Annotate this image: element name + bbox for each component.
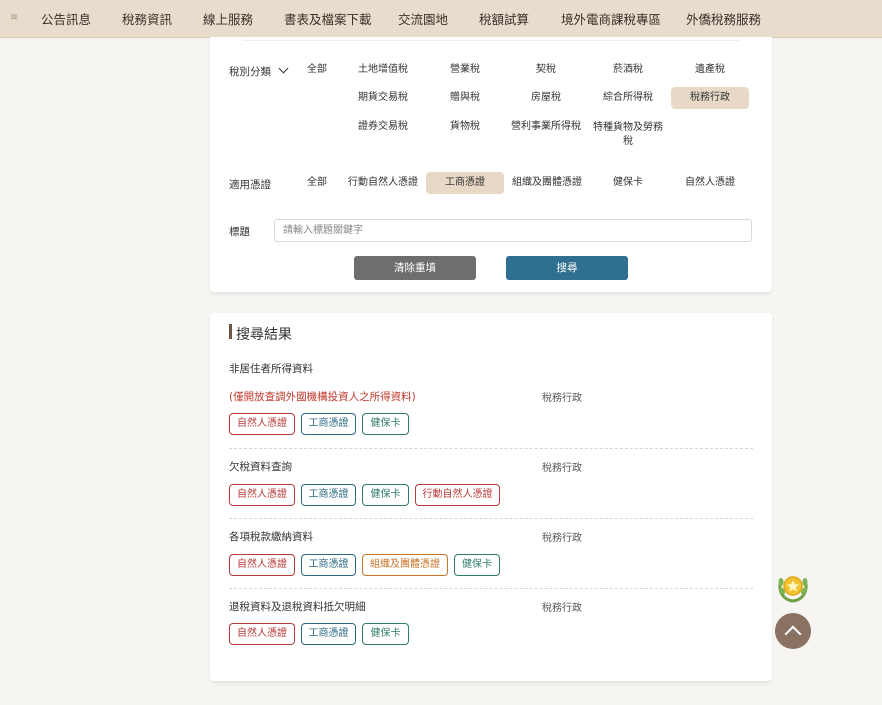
tag-natural-person-certificate: 自然人憑證	[229, 484, 295, 506]
result-title[interactable]: 退稅資料及退稅資料抵欠明細	[229, 599, 366, 614]
tag-business-certificate: 工商憑證	[301, 554, 356, 576]
top-navigation: ≡ 公告訊息 稅務資訊 線上服務 書表及檔案下載 交流園地 稅額試算 境外電商課…	[0, 0, 882, 38]
certificate-option-selected[interactable]: 工商憑證	[426, 172, 504, 194]
tax-category-option[interactable]: 特種貨物及勞務稅	[590, 121, 666, 149]
result-category: 稅務行政	[542, 463, 582, 474]
back-to-top-button[interactable]	[775, 613, 811, 649]
nav-item-ecommerce-tax[interactable]: 境外電商課稅專區	[561, 0, 661, 37]
tax-category-option[interactable]: 營業稅	[427, 59, 503, 81]
nav-item-foreigner-tax[interactable]: 外僑稅務服務	[686, 0, 761, 37]
nav-item-forum[interactable]: 交流園地	[398, 0, 448, 37]
certificate-option[interactable]: 全部	[296, 172, 338, 194]
divider	[240, 37, 742, 41]
tag-natural-person-certificate: 自然人憑證	[229, 554, 295, 576]
tax-category-option[interactable]: 期貨交易稅	[347, 87, 419, 109]
certificate-option[interactable]: 組織及團體憑證	[508, 172, 586, 194]
result-category: 稅務行政	[542, 533, 582, 544]
tax-category-option[interactable]: 遺產稅	[671, 59, 749, 81]
result-title[interactable]: 各項稅款繳納資料	[229, 529, 313, 544]
result-title[interactable]: 非居住者所得資料	[229, 361, 313, 376]
search-button[interactable]: 搜尋	[506, 256, 628, 280]
menu-icon[interactable]: ≡	[10, 12, 18, 24]
tax-category-option[interactable]: 菸酒稅	[590, 59, 666, 81]
certificate-label: 適用憑證	[229, 179, 271, 191]
result-category: 稅務行政	[542, 393, 582, 404]
tax-category-option[interactable]: 綜合所得稅	[590, 87, 666, 109]
tag-business-certificate: 工商憑證	[301, 623, 356, 645]
certificate-option[interactable]: 行動自然人憑證	[345, 172, 421, 194]
tax-category-option[interactable]: 贈與稅	[427, 87, 503, 109]
tax-category-option[interactable]: 土地增值稅	[347, 59, 419, 81]
nav-item-tax-info[interactable]: 稅務資訊	[122, 0, 172, 37]
tag-business-certificate: 工商憑證	[301, 484, 356, 506]
results-heading: 搜尋結果	[236, 327, 292, 343]
result-category: 稅務行政	[542, 603, 582, 614]
tag-health-card: 健保卡	[362, 484, 409, 506]
result-note: (僅開放查調外國機構投資人之所得資料)	[229, 391, 416, 403]
tag-mobile-natural-person-certificate: 行動自然人憑證	[415, 484, 500, 506]
tag-business-certificate: 工商憑證	[301, 413, 356, 435]
tax-category-option[interactable]: 全部	[296, 59, 338, 81]
nav-item-downloads[interactable]: 書表及檔案下載	[284, 0, 372, 37]
tax-category-option[interactable]: 貨物稅	[427, 116, 503, 138]
tag-health-card: 健保卡	[362, 623, 409, 645]
chevron-up-icon	[784, 625, 802, 643]
tag-health-card: 健保卡	[454, 554, 500, 576]
result-title[interactable]: 欠稅資料查詢	[229, 459, 292, 474]
divider	[229, 588, 753, 589]
tax-category-option[interactable]: 契稅	[508, 59, 584, 81]
tax-category-option[interactable]: 證券交易稅	[347, 116, 419, 138]
divider	[229, 518, 753, 519]
tag-health-card: 健保卡	[362, 413, 409, 435]
title-label: 標題	[229, 226, 250, 238]
tag-natural-person-certificate: 自然人憑證	[229, 623, 295, 645]
tag-organization-certificate: 組織及團體憑證	[362, 554, 448, 576]
tax-category-option[interactable]: 營利事業所得稅	[508, 116, 584, 138]
certificate-option[interactable]: 自然人憑證	[671, 172, 749, 194]
divider	[229, 448, 753, 449]
tax-category-option[interactable]: 房屋稅	[508, 87, 584, 109]
nav-item-tax-calculator[interactable]: 稅額試算	[479, 0, 529, 37]
section-marker	[229, 324, 232, 339]
title-search-input[interactable]	[274, 219, 752, 242]
reset-button[interactable]: 清除重填	[354, 256, 476, 280]
tag-natural-person-certificate: 自然人憑證	[229, 413, 295, 435]
certificate-option[interactable]: 健保卡	[590, 172, 666, 194]
tax-category-label: 稅別分類	[229, 66, 271, 78]
nav-item-online-services[interactable]: 線上服務	[203, 0, 253, 37]
tax-category-option-selected[interactable]: 稅務行政	[671, 87, 749, 109]
award-icon[interactable]	[776, 572, 810, 604]
nav-item-announcements[interactable]: 公告訊息	[41, 0, 91, 37]
